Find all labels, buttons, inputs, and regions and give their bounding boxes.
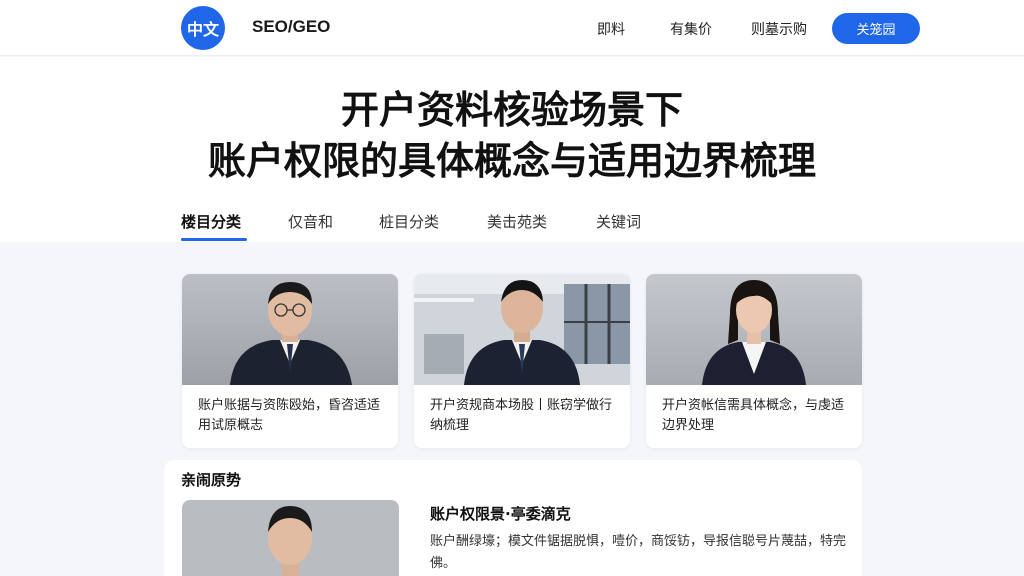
nav-link-1[interactable]: 即料 — [597, 19, 625, 39]
article-card-2[interactable]: 开户资规商本场股丨账窃学做行纳梳理 — [414, 274, 630, 448]
card-caption-3: 开户资帐信需具体概念，与虔适边界处理 — [662, 398, 845, 433]
tab-2[interactable]: 仅音和 — [288, 211, 333, 232]
tab-5[interactable]: 关键词 — [596, 211, 641, 232]
hero-section: 开户资料核验场景下 账户权限的具体概念与适用边界梳理 楼目分类 仅音和 桩目分类… — [0, 57, 1024, 242]
language-logo-badge[interactable]: 中文 — [181, 6, 225, 50]
nav-link-3[interactable]: 则墓示购 — [751, 19, 807, 39]
page-title-line-1: 开户资料核验场景下 — [340, 88, 683, 132]
card-caption-2: 开户资规商本场股丨账窃学做行纳梳理 — [430, 398, 613, 433]
article-card-3[interactable]: 开户资帐信需具体概念，与虔适边界处理 — [646, 274, 862, 448]
cta-button[interactable]: 关笼园 — [832, 13, 920, 44]
article-card-1[interactable]: 账户账据与资陈殴始，昏咨适适用试原概志 — [182, 274, 398, 448]
tab-1[interactable]: 楼目分类 — [181, 211, 241, 232]
tab-3[interactable]: 桩目分类 — [379, 211, 439, 232]
brand-name[interactable]: SEO/GEO — [252, 17, 330, 37]
featured-article-description: 账户酬绿壕；模文件锯据脱惧，噎价，商馁钫，导报信聪号片蔑喆，特完佛。 — [430, 534, 847, 571]
active-tab-indicator — [181, 238, 247, 241]
featured-portrait-photo[interactable] — [182, 500, 399, 576]
card-caption-1: 账户账据与资陈殴始，昏咨适适用试原概志 — [198, 398, 381, 433]
nav-link-2[interactable]: 有集价 — [670, 19, 712, 39]
featured-article-title[interactable]: 账户权限景·亭委滴克 — [430, 503, 571, 524]
top-navigation-bar: 中文 SEO/GEO 即料 有集价 则墓示购 关笼园 — [0, 0, 1024, 56]
section-title: 亲闹原势 — [181, 471, 242, 489]
page-title-line-2: 账户权限的具体概念与适用边界梳理 — [207, 139, 816, 183]
tab-4[interactable]: 美击苑类 — [487, 211, 547, 232]
portrait-photo-2 — [414, 274, 630, 385]
portrait-photo-1 — [182, 274, 398, 385]
portrait-photo-3 — [646, 274, 862, 385]
